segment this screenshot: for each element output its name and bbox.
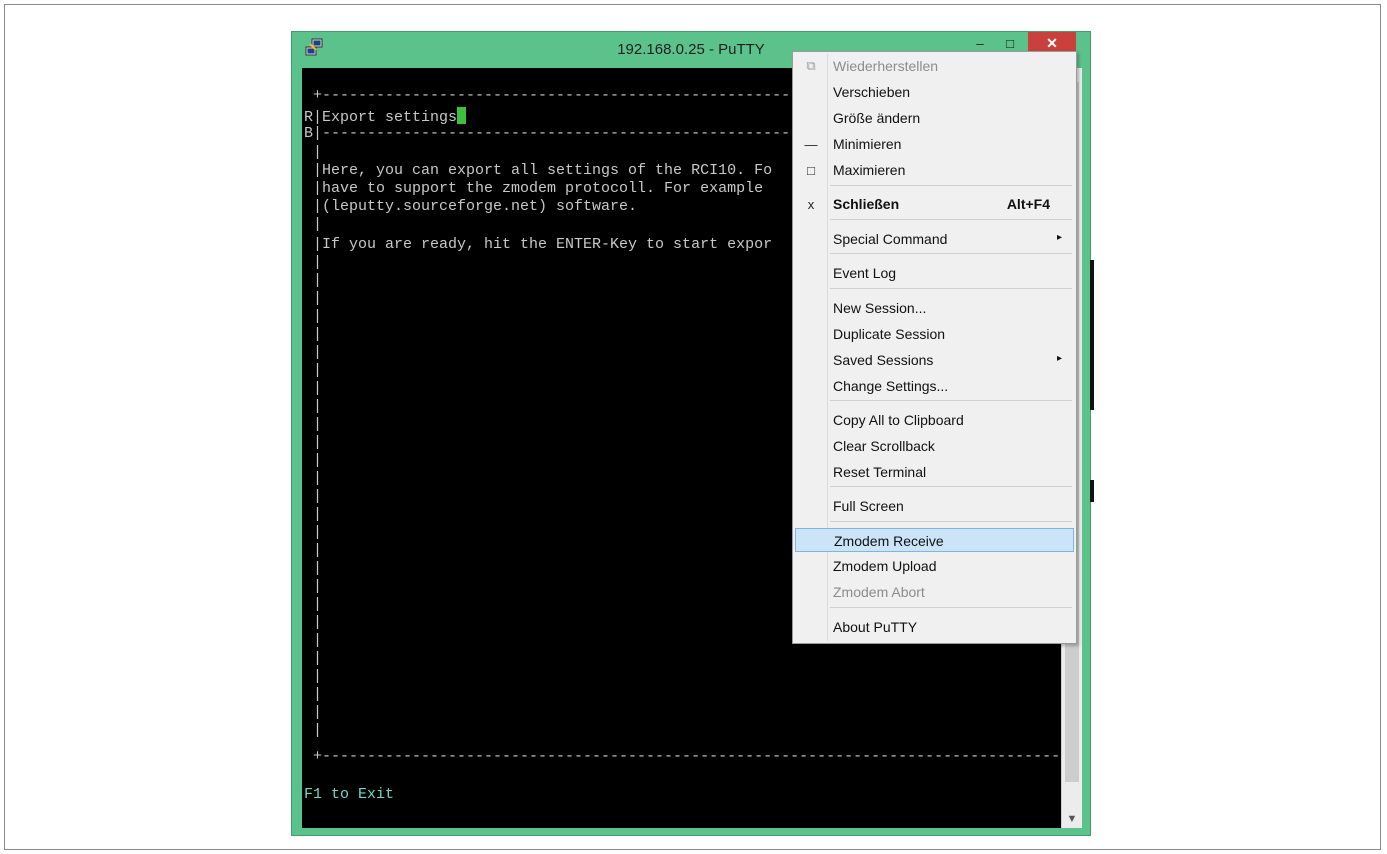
menu-item-saved-sessions[interactable]: Saved Sessions ▸	[795, 348, 1074, 372]
scroll-down-arrow-icon[interactable]: ▼	[1062, 810, 1082, 828]
terminal-frame-bar: |	[304, 416, 323, 433]
terminal-frame-bar: |	[304, 614, 323, 631]
menu-item-schließen[interactable]: x Schließen Alt+F4	[795, 192, 1074, 216]
menu-item-label: New Session...	[833, 300, 927, 316]
menu-item-label: Saved Sessions	[833, 352, 934, 368]
menu-item-event-log[interactable]: Event Log	[795, 261, 1074, 285]
menu-item-label: Schließen	[833, 196, 900, 212]
menu-item-maximieren[interactable]: □ Maximieren	[795, 158, 1074, 182]
menu-item-shortcut: Alt+F4	[1006, 196, 1050, 212]
terminal-frame-bar: |	[304, 326, 323, 343]
menu-item-clear-scrollback[interactable]: Clear Scrollback	[795, 434, 1074, 458]
menu-item-label: Maximieren	[833, 162, 906, 178]
menu-item-copy-all-to-clipboard[interactable]: Copy All to Clipboard	[795, 408, 1074, 432]
terminal-frame-bar: |	[304, 488, 323, 505]
terminal-frame-bar: |	[304, 398, 323, 415]
terminal-frame-bar: |	[304, 524, 323, 541]
terminal-frame-bar: |	[304, 380, 323, 397]
submenu-arrow-icon: ▸	[1056, 353, 1062, 364]
terminal-frame-bar: |	[304, 650, 323, 667]
terminal-line: |have to support the zmodem protocoll. F…	[304, 180, 764, 197]
terminal-frame-bar: |	[304, 434, 323, 451]
menu-separator	[830, 185, 1072, 186]
terminal-line: B|--------------------------------------…	[304, 125, 836, 142]
menu-item-label: Zmodem Receive	[834, 533, 944, 549]
menu-item-reset-terminal[interactable]: Reset Terminal	[795, 460, 1074, 484]
terminal-line: R|Export settings	[304, 107, 467, 126]
menu-item-duplicate-session[interactable]: Duplicate Session	[795, 322, 1074, 346]
terminal-line: |Here, you can export all settings of th…	[304, 162, 773, 179]
terminal-frame-bar: |	[304, 290, 323, 307]
menu-separator	[830, 607, 1072, 608]
menu-item-about-putty[interactable]: About PuTTY	[795, 615, 1074, 639]
menu-item-minimieren[interactable]: — Minimieren	[795, 132, 1074, 156]
terminal-frame-bar: |	[304, 596, 323, 613]
menu-separator	[830, 521, 1072, 522]
menu-item-label: Größe ändern	[833, 110, 921, 126]
menu-separator	[830, 288, 1072, 289]
terminal-line-text: R|Export settings	[304, 109, 458, 126]
terminal-bottom-border: +---------------------------------------…	[313, 748, 1061, 765]
menu-item-change-settings[interactable]: Change Settings...	[795, 374, 1074, 398]
maximize-icon: □	[807, 162, 815, 178]
terminal-frame-bar: |	[304, 686, 323, 703]
terminal-frame-bar: |	[304, 542, 323, 559]
menu-item-label: Duplicate Session	[833, 326, 946, 342]
menu-item-label: Minimieren	[833, 136, 902, 152]
terminal-frame-bar: |	[304, 452, 323, 469]
terminal-frame-bar: |	[304, 704, 323, 721]
menu-item-label: Wiederherstellen	[833, 58, 939, 74]
background-window-edge	[1090, 480, 1094, 502]
menu-item-label: Full Screen	[833, 498, 904, 514]
menu-item-zmodem-upload[interactable]: Zmodem Upload	[795, 554, 1074, 578]
terminal-frame-bar: |	[304, 344, 323, 361]
menu-item-größe-ändern[interactable]: Größe ändern	[795, 106, 1074, 130]
menu-item-label: Reset Terminal	[833, 464, 927, 480]
terminal-frame-bar: |	[304, 254, 323, 271]
menu-item-label: Change Settings...	[833, 378, 949, 394]
close-icon: x	[807, 196, 815, 212]
menu-separator	[830, 253, 1072, 254]
terminal-frame-bar: |	[304, 506, 323, 523]
terminal-line: |	[304, 144, 323, 161]
menu-item-label: Copy All to Clipboard	[833, 412, 964, 428]
terminal-frame-bar: |	[304, 632, 323, 649]
terminal-frame-bar: |	[304, 668, 323, 685]
restore-icon: ⧉	[806, 58, 816, 73]
terminal-frame-bar: |	[304, 560, 323, 577]
menu-separator	[830, 219, 1072, 220]
terminal-line: +---------------------------------------…	[304, 87, 836, 104]
terminal-frame-bar: |	[304, 578, 323, 595]
exit-hint: F1 to Exit	[304, 786, 395, 803]
menu-separator	[830, 486, 1072, 487]
menu-item-full-screen[interactable]: Full Screen	[795, 494, 1074, 518]
menu-item-label: Clear Scrollback	[833, 438, 935, 454]
system-context-menu: ⧉ Wiederherstellen Verschieben Größe ändern…	[792, 51, 1077, 644]
terminal-line: |	[304, 216, 323, 233]
menu-item-special-command[interactable]: Special Command ▸	[795, 227, 1074, 251]
terminal-frame-bar: |	[304, 722, 323, 739]
terminal-frame-bar: |	[304, 272, 323, 289]
menu-item-label: Zmodem Abort	[833, 584, 925, 600]
menu-item-new-session[interactable]: New Session...	[795, 296, 1074, 320]
menu-item-zmodem-receive[interactable]: Zmodem Receive	[795, 528, 1074, 552]
background-window-edge	[1090, 260, 1094, 410]
submenu-arrow-icon: ▸	[1056, 232, 1062, 243]
menu-separator	[830, 400, 1072, 401]
menu-item-label: Event Log	[833, 265, 897, 281]
menu-item-zmodem-abort: Zmodem Abort	[795, 580, 1074, 604]
menu-item-wiederherstellen: ⧉ Wiederherstellen	[795, 54, 1074, 78]
menu-item-verschieben[interactable]: Verschieben	[795, 80, 1074, 104]
terminal-cursor	[457, 107, 467, 124]
menu-item-label: Zmodem Upload	[833, 558, 937, 574]
terminal-frame-bar: |	[304, 470, 323, 487]
menu-item-label: Special Command	[833, 231, 948, 247]
menu-item-label: Verschieben	[833, 84, 911, 100]
terminal-line: |(leputty.sourceforge.net) software.	[304, 198, 638, 215]
minimize-icon: —	[804, 136, 818, 152]
terminal-frame-bar: |	[304, 362, 323, 379]
terminal-frame-bar: |	[304, 308, 323, 325]
terminal-line: |If you are ready, hit the ENTER-Key to …	[304, 236, 773, 253]
menu-item-label: About PuTTY	[833, 619, 918, 635]
